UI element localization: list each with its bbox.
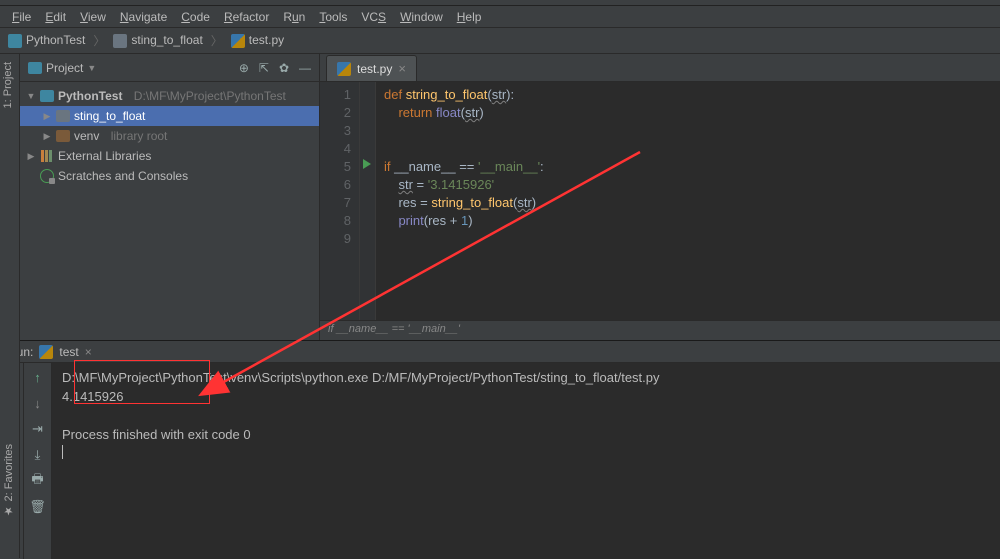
python-file-icon	[337, 62, 351, 76]
caret-right-icon: ▶	[42, 131, 52, 142]
code-content[interactable]: def string_to_float(str): return float(s…	[376, 82, 1000, 320]
editor-body[interactable]: 123456789 def string_to_float(str): retu…	[320, 82, 1000, 320]
project-panel: Project ▼ ⊕ ⇱ ✿ — ▼ PythonTest D:\MF\MyP…	[20, 54, 320, 340]
breadcrumb-root[interactable]: PythonTest	[8, 33, 85, 48]
line-gutter: 123456789	[320, 82, 360, 320]
tree-external-libs[interactable]: ▶ External Libraries	[20, 146, 319, 166]
editor-tab[interactable]: test.py ×	[326, 55, 417, 81]
left-tool-stripe-bottom: ★ 2: Favorites	[0, 340, 20, 558]
print-icon[interactable]: 🖶	[30, 473, 46, 489]
breadcrumb-file[interactable]: test.py	[231, 33, 284, 48]
editor-breadcrumb[interactable]: if __name__ == '__main__'	[320, 320, 1000, 340]
run-gutter	[360, 82, 376, 320]
menu-tools[interactable]: Tools	[313, 8, 353, 26]
menu-navigate[interactable]: Navigate	[114, 8, 173, 26]
up-icon[interactable]: ↑	[30, 369, 46, 385]
caret	[62, 445, 63, 459]
project-panel-title[interactable]: Project ▼	[28, 61, 233, 75]
run-tool-window: Run: test × ▍▍ ⏏ ↑ ↓ ⇥ ⤓ 🖶 🗑 D:\MF\MyPro…	[0, 340, 1000, 559]
collapse-icon[interactable]: ⇱	[259, 61, 269, 75]
breadcrumb-sep: 〉	[211, 32, 223, 49]
folder-icon	[56, 110, 70, 122]
python-icon	[39, 345, 53, 359]
project-icon	[28, 62, 42, 74]
folder-icon	[56, 130, 70, 142]
menu-view[interactable]: View	[74, 8, 112, 26]
main-menubar: File Edit View Navigate Code Refactor Ru…	[0, 6, 1000, 28]
editor-area: test.py × 123456789 def string_to_float(…	[320, 54, 1000, 340]
menu-refactor[interactable]: Refactor	[218, 8, 275, 26]
tree-folder-venv[interactable]: ▶ venv library root	[20, 126, 319, 146]
down-icon[interactable]: ↓	[30, 395, 46, 411]
menu-run[interactable]: Run	[277, 8, 311, 26]
menu-edit[interactable]: Edit	[39, 8, 72, 26]
menu-help[interactable]: Help	[451, 8, 488, 26]
tree-folder-sting[interactable]: ▶ sting_to_float	[20, 106, 319, 126]
run-line-icon[interactable]	[363, 159, 371, 169]
gear-icon[interactable]: ✿	[279, 61, 289, 75]
project-tree: ▼ PythonTest D:\MF\MyProject\PythonTest …	[20, 82, 319, 190]
menu-file[interactable]: File	[6, 8, 37, 26]
menu-window[interactable]: Window	[394, 8, 449, 26]
menu-code[interactable]: Code	[175, 8, 216, 26]
scratches-icon	[40, 169, 54, 183]
caret-right-icon: ▶	[26, 151, 36, 162]
run-config-name[interactable]: test	[59, 345, 78, 359]
scroll-end-icon[interactable]: ⤓	[30, 447, 46, 463]
console-output[interactable]: D:\MF\MyProject\PythonTest\venv\Scripts\…	[52, 363, 1000, 559]
menu-vcs[interactable]: VCS	[355, 8, 392, 26]
run-toolbar-secondary: ↑ ↓ ⇥ ⤓ 🖶 🗑	[24, 363, 52, 559]
breadcrumb-sep: 〉	[93, 32, 105, 49]
left-tool-stripe: 1: Project	[0, 54, 20, 340]
folder-icon	[40, 90, 54, 102]
close-icon[interactable]: ×	[85, 345, 92, 359]
caret-right-icon: ▶	[42, 111, 52, 122]
project-tool-button[interactable]: 1: Project	[2, 62, 14, 108]
hide-icon[interactable]: —	[299, 61, 311, 75]
library-icon	[40, 150, 54, 162]
breadcrumb-folder[interactable]: sting_to_float	[113, 33, 202, 48]
favorites-tool-button[interactable]: ★ 2: Favorites	[2, 444, 15, 518]
close-icon[interactable]: ×	[398, 61, 406, 76]
navigation-bar: PythonTest 〉 sting_to_float 〉 test.py	[0, 28, 1000, 54]
locate-icon[interactable]: ⊕	[239, 61, 249, 75]
caret-down-icon: ▼	[26, 91, 36, 101]
project-panel-header: Project ▼ ⊕ ⇱ ✿ —	[20, 54, 319, 82]
tree-scratches[interactable]: Scratches and Consoles	[20, 166, 319, 186]
trash-icon[interactable]: 🗑	[30, 499, 46, 515]
run-header: Run: test ×	[0, 341, 1000, 363]
dropdown-icon: ▼	[87, 63, 96, 73]
softwrap-icon[interactable]: ⇥	[30, 421, 46, 437]
editor-tab-bar: test.py ×	[320, 54, 1000, 82]
tree-root[interactable]: ▼ PythonTest D:\MF\MyProject\PythonTest	[20, 86, 319, 106]
